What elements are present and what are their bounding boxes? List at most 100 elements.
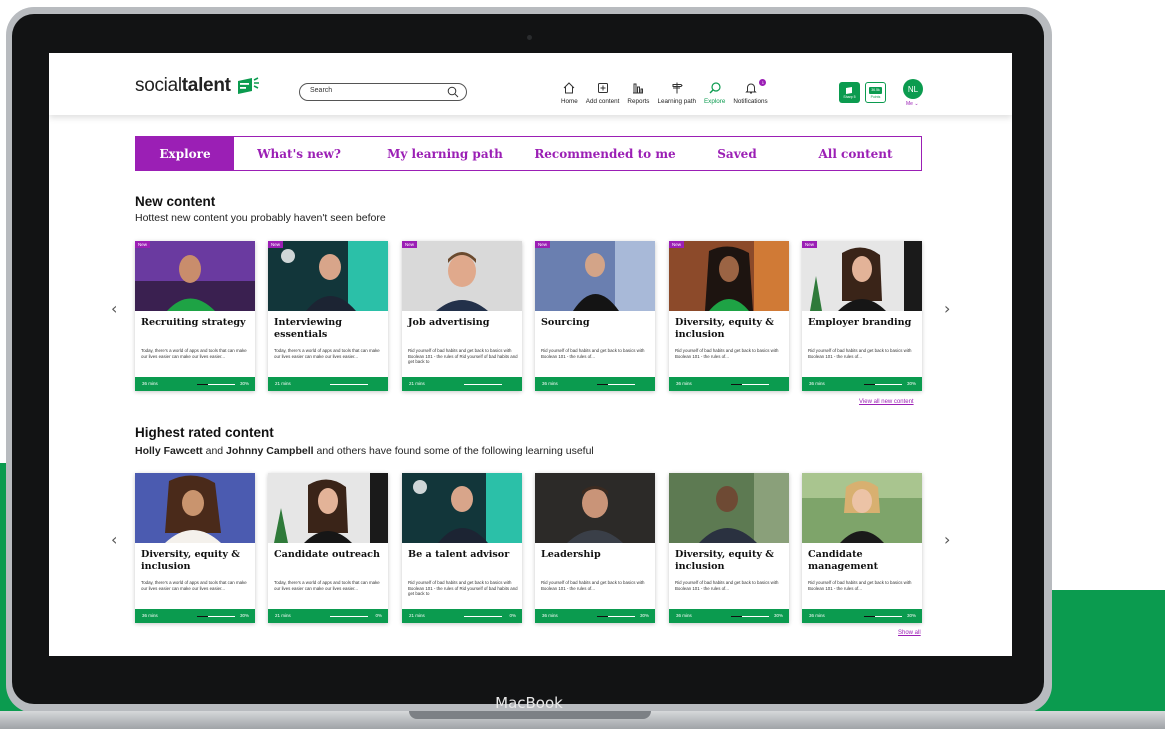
top-navigation-bar: socialtalent Search Home Add content Rep… (49, 53, 1012, 115)
card-description: Rid yourself of bad habits and get back … (808, 580, 912, 591)
nav-home[interactable]: Home (561, 81, 578, 105)
tab-my-learning-path[interactable]: My learning path (364, 137, 526, 170)
tab-whats-new[interactable]: What's new? (234, 137, 364, 170)
progress-fill (864, 615, 876, 617)
highest-rated-prev-arrow[interactable]: ‹ (111, 530, 117, 549)
progress-percent: 30% (239, 613, 249, 618)
new-tag: New (669, 241, 685, 248)
points-badge-button[interactable]: 36.5k Points (865, 82, 886, 103)
progress-fill (197, 383, 209, 385)
socialtalent-logo[interactable]: socialtalent (135, 75, 260, 97)
content-card[interactable]: Be a talent advisor Rid yourself of bad … (402, 473, 522, 623)
tab-saved[interactable]: Saved (684, 137, 790, 170)
bell-icon (744, 83, 757, 94)
card-thumbnail (802, 473, 922, 543)
progress-fill (197, 615, 209, 617)
sharp-badge-label: Sharp 5 (843, 95, 856, 99)
card-footer: 36 mins (535, 377, 655, 391)
search-input[interactable]: Search (299, 83, 467, 101)
progress-bar (731, 383, 769, 385)
card-footer: 21 mins (402, 377, 522, 391)
card-thumbnail (535, 241, 655, 311)
user-avatar[interactable]: NL (903, 79, 923, 99)
content-card[interactable]: New Sourcing Rid yourself of bad habits … (535, 241, 655, 391)
card-thumbnail (135, 241, 255, 311)
new-content-prev-arrow[interactable]: ‹ (111, 299, 117, 318)
sharp-badge-button[interactable]: Sharp 5 (839, 82, 860, 103)
progress-fill (597, 615, 609, 617)
view-all-new-content-link[interactable]: View all new content (859, 399, 914, 405)
show-all-highest-rated-link[interactable]: Show all (898, 630, 921, 636)
card-duration: 21 mins (409, 381, 425, 386)
nav-home-label: Home (561, 98, 578, 105)
card-description: Today, there's a world of apps and tools… (141, 348, 247, 359)
tab-recommended-to-me[interactable]: Recommended to me (526, 137, 684, 170)
card-description: Today, there's a world of apps and tools… (274, 348, 380, 359)
content-card[interactable]: New Recruiting strategy Today, there's a… (135, 241, 255, 391)
card-duration: 36 mins (676, 613, 692, 618)
card-footer: 36 mins 30% (135, 377, 255, 391)
user-menu-label[interactable]: Me ⌄ (906, 101, 919, 107)
nav-notifications[interactable]: 1 Notifications (733, 79, 768, 105)
highest-rated-next-arrow[interactable]: › (944, 530, 950, 549)
card-description: Rid yourself of bad habits and get back … (541, 348, 645, 359)
nav-reports[interactable]: Reports (627, 81, 649, 105)
content-card[interactable]: Diversity, equity & inclusion Rid yourse… (669, 473, 789, 623)
progress-fill (597, 383, 609, 385)
highest-rated-row: Diversity, equity & inclusion Today, the… (135, 473, 922, 623)
card-title: Be a talent advisor (408, 549, 510, 560)
progress-percent: 30% (773, 613, 783, 618)
progress-bar (864, 615, 902, 617)
card-duration: 36 mins (809, 381, 825, 386)
nav-learning-path[interactable]: Learning path (657, 81, 696, 105)
progress-percent: 0% (509, 613, 516, 618)
content-card[interactable]: Candidate outreach Today, there's a worl… (268, 473, 388, 623)
tab-explore[interactable]: Explore (136, 137, 234, 170)
explore-tabs: Explore What's new? My learning path Rec… (135, 136, 922, 171)
card-title: Leadership (541, 549, 601, 560)
new-tag: New (135, 241, 151, 248)
content-card[interactable]: Diversity, equity & inclusion Today, the… (135, 473, 255, 623)
card-duration: 36 mins (542, 613, 558, 618)
content-card[interactable]: New Job advertising Rid yourself of bad … (402, 241, 522, 391)
content-card[interactable]: New Employer branding Rid yourself of ba… (802, 241, 922, 391)
new-tag: New (268, 241, 284, 248)
nav-add-content[interactable]: Add content (585, 81, 620, 105)
points-label: Points (870, 94, 881, 99)
nav-add-content-label: Add content (585, 98, 620, 105)
notification-count-badge: 1 (759, 79, 767, 86)
card-description: Rid yourself of bad habits and get back … (408, 348, 518, 365)
card-footer: 21 mins 0% (268, 609, 388, 623)
tab-all-content[interactable]: All content (790, 137, 921, 170)
nav-explore[interactable]: Explore (704, 81, 725, 105)
new-content-title: New content (135, 194, 216, 209)
card-title: Diversity, equity & inclusion (141, 549, 240, 572)
progress-bar (597, 615, 635, 617)
card-duration: 21 mins (409, 613, 425, 618)
search-icon[interactable] (447, 86, 459, 98)
search-placeholder: Search (310, 87, 333, 94)
progress-percent: 30% (906, 613, 916, 618)
add-content-icon (597, 83, 608, 93)
card-thumbnail (535, 473, 655, 543)
card-title: Diversity, equity & inclusion (675, 549, 774, 572)
progress-bar (597, 383, 635, 385)
webcam (527, 35, 532, 40)
content-card[interactable]: Candidate management Rid yourself of bad… (802, 473, 922, 623)
card-duration: 36 mins (809, 613, 825, 618)
content-card[interactable]: Leadership Rid yourself of bad habits an… (535, 473, 655, 623)
card-description: Rid yourself of bad habits and get back … (675, 580, 779, 591)
new-content-row: New Recruiting strategy Today, there's a… (135, 241, 922, 391)
content-card[interactable]: New Interviewing essentials Today, there… (268, 241, 388, 391)
content-card[interactable]: New Diversity, equity & inclusion Rid yo… (669, 241, 789, 391)
card-footer: 36 mins 30% (802, 609, 922, 623)
reports-icon (633, 83, 644, 94)
home-icon (564, 82, 575, 94)
nav-notifications-label: Notifications (733, 98, 768, 105)
card-duration: 36 mins (542, 381, 558, 386)
card-duration: 21 mins (275, 613, 291, 618)
new-content-next-arrow[interactable]: › (944, 299, 950, 318)
card-thumbnail (669, 241, 789, 311)
card-footer: 36 mins 30% (669, 609, 789, 623)
app-screen: socialtalent Search Home Add content Rep… (49, 53, 1012, 656)
